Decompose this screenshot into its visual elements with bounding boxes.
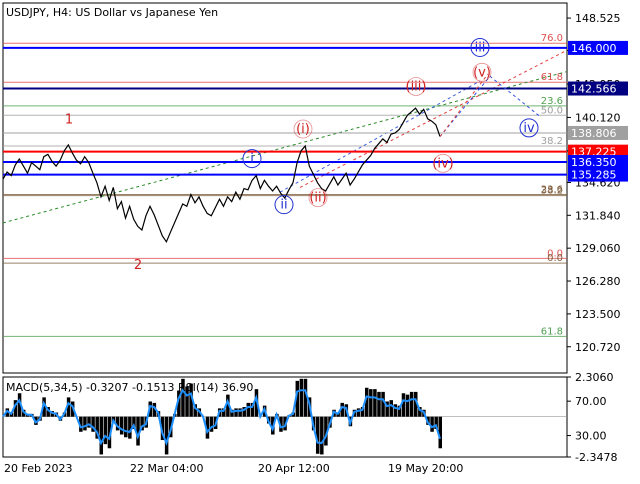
fib-level-label: 76.0 <box>541 33 563 44</box>
indicator-tick-label: -2.3478 <box>575 451 617 464</box>
fib-level-label: 38.2 <box>541 136 563 147</box>
macd-histogram-bar <box>320 416 324 455</box>
key-level-label: 138.806 <box>571 127 617 140</box>
y-tick-label: 148.525 <box>575 12 621 25</box>
macd-histogram-bar <box>401 393 406 417</box>
wave-label: iv <box>523 121 535 136</box>
wave-label: iii <box>475 40 486 55</box>
indicator-label: MACD(5,34,5) -0.3207 -0.1513 RSI(14) 36.… <box>6 381 253 394</box>
macd-histogram-bar <box>99 416 104 455</box>
macd-histogram-bar <box>405 394 410 417</box>
wave-label: (iv) <box>432 156 453 171</box>
macd-histogram-bar <box>299 378 304 417</box>
fib-level-label: 50.0 <box>541 105 563 116</box>
y-tick-label: 123.500 <box>575 308 621 321</box>
chart-title: USDJPY, H4: US Dollar vs Japanese Yen <box>6 6 218 19</box>
indicator-tick-label: 70.00 <box>575 395 607 408</box>
wave-label: (ii) <box>309 191 326 206</box>
fib-level-label: 38.2 <box>541 186 563 197</box>
key-level-label: 136.350 <box>571 156 617 169</box>
macd-histogram-bar <box>373 389 377 417</box>
x-tick-label: 20 Feb 2023 <box>4 462 72 475</box>
wave-label: (iii) <box>406 79 427 94</box>
macd-histogram-bar <box>119 416 124 435</box>
price-chart: 148.525145.780142.950140.120137.290134.6… <box>0 0 640 480</box>
key-level-label: 142.566 <box>571 83 617 96</box>
macd-histogram-bar <box>124 416 128 438</box>
macd-histogram-bar <box>83 416 87 431</box>
macd-histogram-bar <box>430 416 434 432</box>
fib-level-label: 0.0 <box>547 253 563 264</box>
wave-label: i <box>250 152 254 167</box>
chart-window: 148.525145.780142.950140.120137.290134.6… <box>0 0 640 480</box>
macd-histogram-bar <box>103 416 108 445</box>
wave-label: (v) <box>473 65 491 80</box>
macd-histogram-bar <box>409 391 414 417</box>
key-level-label: 135.285 <box>571 169 617 182</box>
wave-label: 1 <box>65 113 73 128</box>
x-tick-label: 22 Mar 04:00 <box>130 462 203 475</box>
fib-level-label: 61.8 <box>541 326 563 337</box>
key-level-label: 146.000 <box>571 42 617 55</box>
y-tick-label: 140.120 <box>575 111 621 124</box>
y-tick-label: 126.280 <box>575 275 621 288</box>
macd-histogram-bar <box>234 408 238 417</box>
y-tick-label: 131.840 <box>575 209 621 222</box>
x-tick-label: 20 Apr 12:00 <box>258 462 330 475</box>
macd-histogram-bar <box>128 416 132 439</box>
indicator-tick-label: 2.3060 <box>575 371 614 384</box>
wave-label: 2 <box>134 258 142 273</box>
y-tick-label: 129.060 <box>575 242 621 255</box>
macd-histogram-bar <box>377 391 381 417</box>
macd-histogram-bar <box>389 400 393 417</box>
indicator-tick-label: 30.00 <box>575 430 607 443</box>
macd-histogram-bar <box>246 402 251 417</box>
macd-histogram-bar <box>369 389 373 417</box>
wave-label: ii <box>280 198 287 213</box>
y-tick-label: 120.720 <box>575 341 621 354</box>
macd-histogram-bar <box>381 391 385 417</box>
macd-histogram-bar <box>164 416 169 455</box>
x-tick-label: 19 May 20:00 <box>388 462 463 475</box>
wave-label: (i) <box>296 122 310 137</box>
